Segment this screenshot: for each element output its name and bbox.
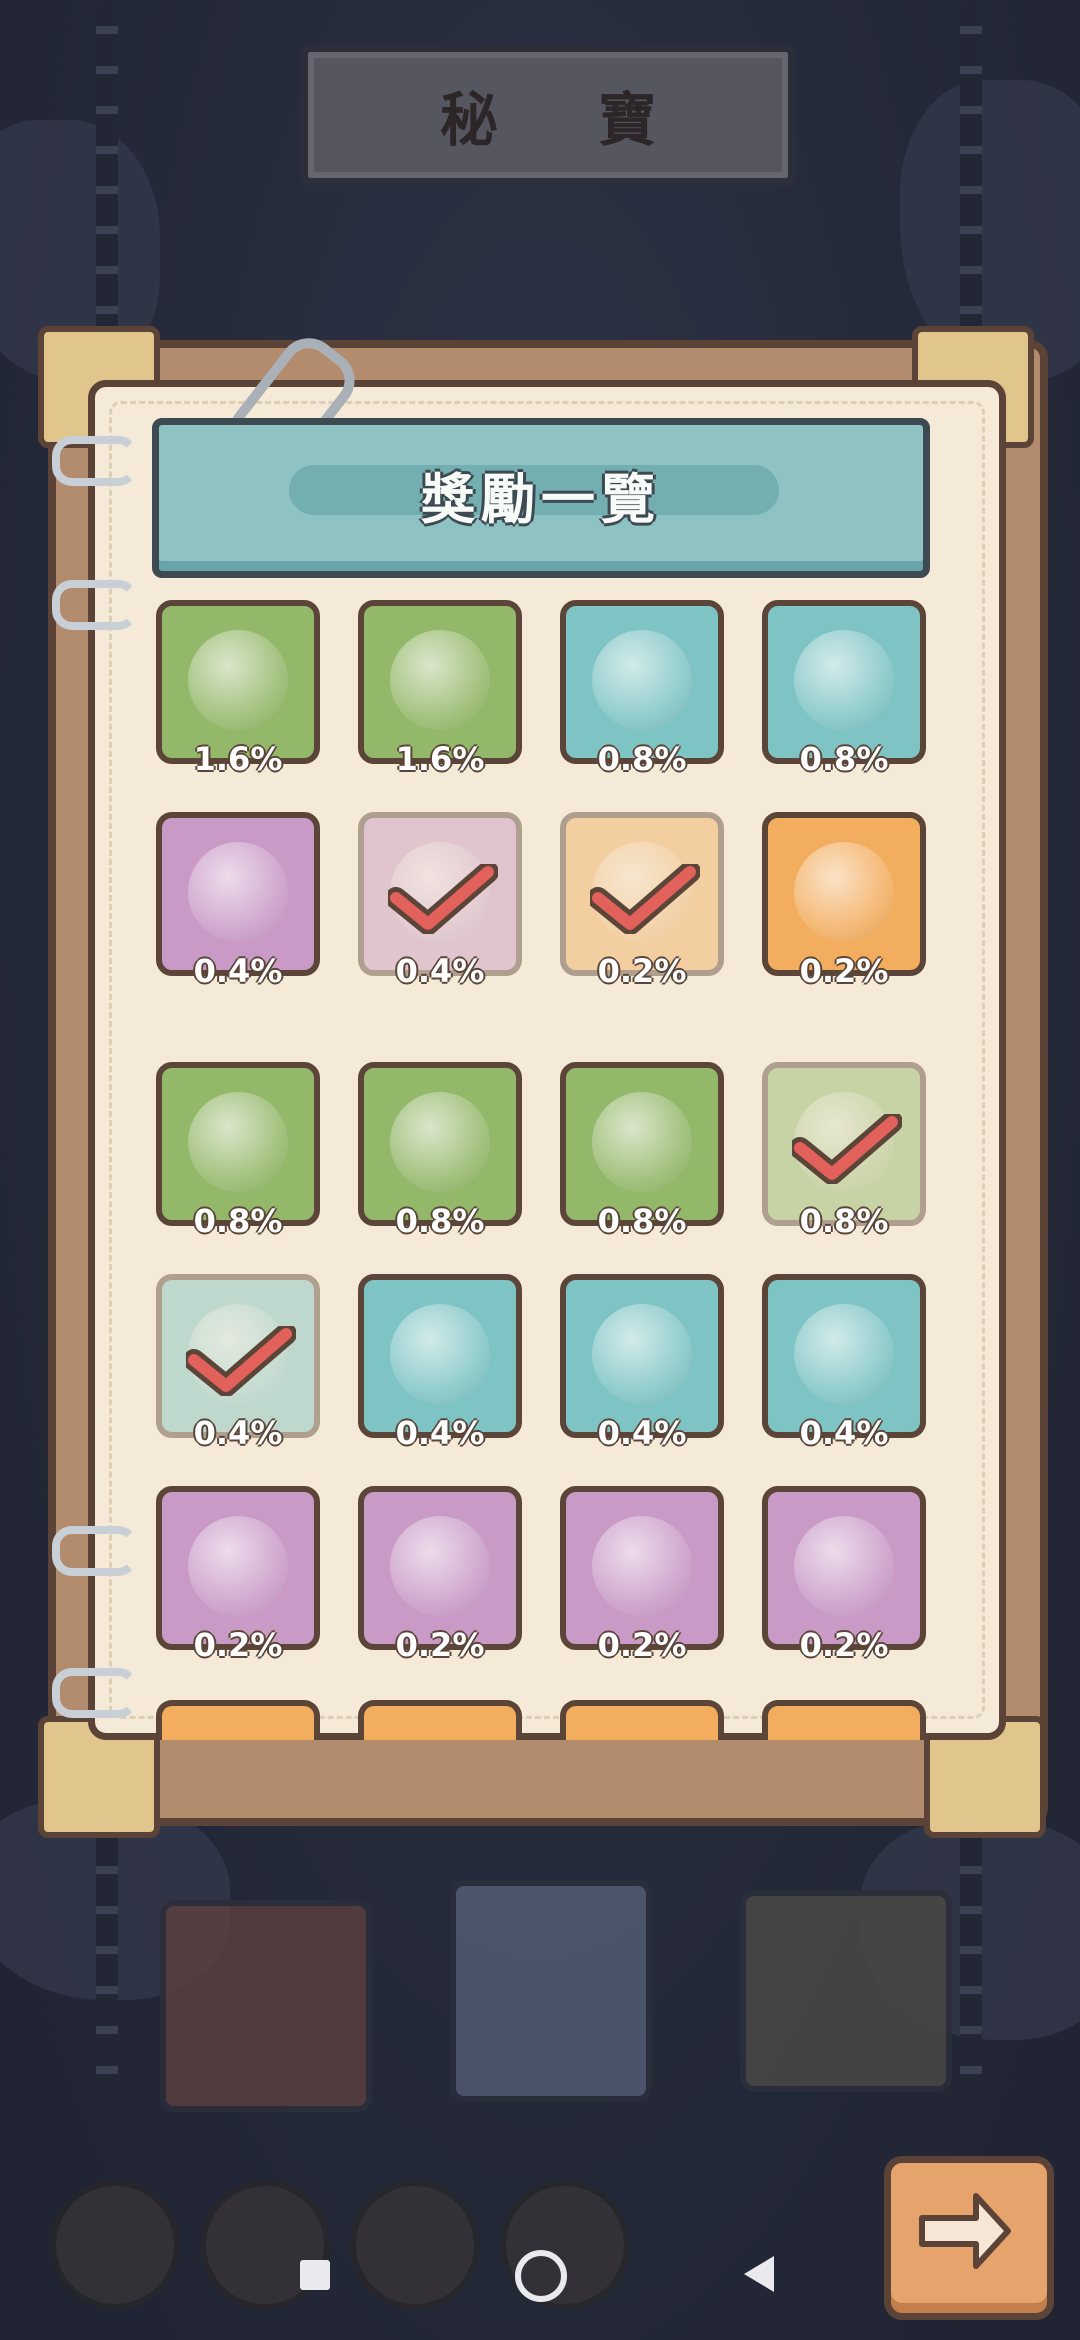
reward-tile-partial[interactable] (560, 1700, 724, 1740)
collected-check-icon (792, 1114, 902, 1184)
reward-grid: 1.6% 1.6% 0.8% 0.8% 0.4% 0.4% 0.2% 0.2% 0.8% 0.8%… (0, 0, 1080, 1730)
drop-rate-label: 0.2% (395, 1626, 485, 1664)
drop-rate-label: 0.8% (799, 1202, 889, 1240)
drop-rate-label: 1.6% (193, 740, 283, 778)
robot-armor-icon (794, 842, 894, 942)
drop-rate-label: 0.2% (799, 952, 889, 990)
drop-rate-label: 0.4% (193, 1414, 283, 1452)
reward-tile-partial[interactable] (156, 1700, 320, 1740)
drop-rate-label: 1.6% (395, 740, 485, 778)
crown-icon (188, 842, 288, 942)
teapot-icon (592, 1516, 692, 1616)
drop-rate-label: 0.8% (193, 1202, 283, 1240)
arrow-right-icon (919, 2193, 1011, 2269)
reward-tile-partial[interactable] (358, 1700, 522, 1740)
back-icon[interactable] (744, 2256, 774, 2292)
drop-rate-label: 0.8% (597, 740, 687, 778)
collected-check-icon (186, 1326, 296, 1396)
collar-icon (390, 630, 490, 730)
hook-icon (592, 630, 692, 730)
collected-check-icon (388, 864, 498, 934)
drop-rate-label: 0.2% (597, 952, 687, 990)
drop-rate-label: 0.8% (799, 740, 889, 778)
rainbow-ball-icon (390, 1516, 490, 1616)
skull-icon (188, 1516, 288, 1616)
collected-check-icon (590, 864, 700, 934)
scarf-icon (390, 1304, 490, 1404)
lion-statue-icon (794, 1516, 894, 1616)
drop-rate-label: 0.4% (799, 1414, 889, 1452)
sleeping-cat-icon (592, 1092, 692, 1192)
drop-rate-label: 0.2% (597, 1626, 687, 1664)
rock-bundle-icon (188, 1092, 288, 1192)
drop-rate-label: 0.4% (597, 1414, 687, 1452)
home-icon[interactable] (515, 2250, 567, 2302)
drop-rate-label: 0.8% (395, 1202, 485, 1240)
drop-rate-label: 0.2% (193, 1626, 283, 1664)
drop-rate-label: 0.2% (799, 1626, 889, 1664)
drop-rate-label: 0.4% (395, 1414, 485, 1452)
drop-rate-label: 0.4% (395, 952, 485, 990)
tooth-necklace-icon (794, 630, 894, 730)
armor-icon (188, 630, 288, 730)
recent-apps-icon[interactable] (300, 2260, 330, 2290)
reward-tile-partial[interactable] (762, 1700, 926, 1740)
drop-rate-label: 0.4% (193, 952, 283, 990)
celestial-globe-icon (794, 1304, 894, 1404)
rose-icon (592, 1304, 692, 1404)
drop-rate-label: 0.8% (597, 1202, 687, 1240)
spiral-cat-icon (390, 1092, 490, 1192)
next-button[interactable] (884, 2156, 1054, 2320)
